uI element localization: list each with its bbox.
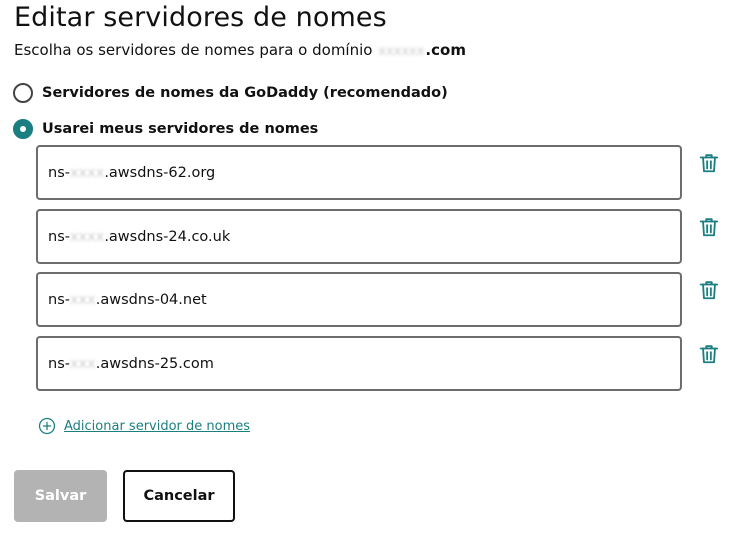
radio-button-checked[interactable] (13, 119, 33, 139)
nameserver-prefix: ns- (48, 355, 70, 372)
nameserver-masked-part: xxxx (69, 228, 105, 245)
masked-domain-name: xxxxxx (378, 44, 425, 59)
nameserver-row: ns-xxx .awsdns-04.net (36, 272, 736, 328)
nameserver-row: ns-xxxx .awsdns-62.org (36, 145, 736, 201)
page-title: Editar servidores de nomes (14, 2, 387, 33)
add-nameserver-action[interactable]: Adicionar servidor de nomes (38, 417, 250, 435)
domain-tld: .com (425, 41, 466, 59)
trash-icon[interactable] (698, 216, 720, 238)
cancel-button[interactable]: Cancelar (123, 470, 235, 522)
page-subtitle: Escolha os servidores de nomes para o do… (14, 41, 466, 59)
option-godaddy-label: Servidores de nomes da GoDaddy (recomend… (42, 85, 448, 101)
nameserver-masked-part: xxxx (69, 164, 105, 181)
nameserver-input[interactable]: ns-xxx .awsdns-25.com (36, 336, 682, 391)
nameserver-row: ns-xxx .awsdns-25.com (36, 336, 736, 392)
nameserver-prefix: ns- (48, 228, 70, 245)
add-nameserver-link[interactable]: Adicionar servidor de nomes (64, 419, 250, 434)
option-godaddy-nameservers[interactable]: Servidores de nomes da GoDaddy (recomend… (13, 83, 448, 103)
nameserver-row: ns-xxxx .awsdns-24.co.uk (36, 209, 736, 265)
nameserver-suffix: .awsdns-62.org (104, 164, 216, 181)
nameserver-prefix: ns- (48, 291, 70, 308)
option-custom-nameservers[interactable]: Usarei meus servidores de nomes (13, 119, 318, 139)
subtitle-text: Escolha os servidores de nomes para o do… (14, 41, 373, 59)
save-button[interactable]: Salvar (14, 470, 107, 522)
trash-icon[interactable] (698, 152, 720, 174)
trash-icon[interactable] (698, 343, 720, 365)
nameserver-suffix: .awsdns-04.net (95, 291, 207, 308)
trash-icon[interactable] (698, 279, 720, 301)
nameserver-prefix: ns- (48, 164, 70, 181)
nameserver-masked-part: xxx (69, 291, 96, 308)
nameserver-suffix: .awsdns-25.com (95, 355, 214, 372)
nameserver-suffix: .awsdns-24.co.uk (104, 228, 231, 245)
plus-circle-icon[interactable] (38, 417, 56, 435)
nameserver-masked-part: xxx (69, 355, 96, 372)
nameserver-input[interactable]: ns-xxxx .awsdns-62.org (36, 145, 682, 200)
nameserver-input[interactable]: ns-xxxx .awsdns-24.co.uk (36, 209, 682, 264)
nameserver-input[interactable]: ns-xxx .awsdns-04.net (36, 272, 682, 327)
option-custom-label: Usarei meus servidores de nomes (42, 121, 319, 137)
radio-button-unchecked[interactable] (13, 83, 33, 103)
